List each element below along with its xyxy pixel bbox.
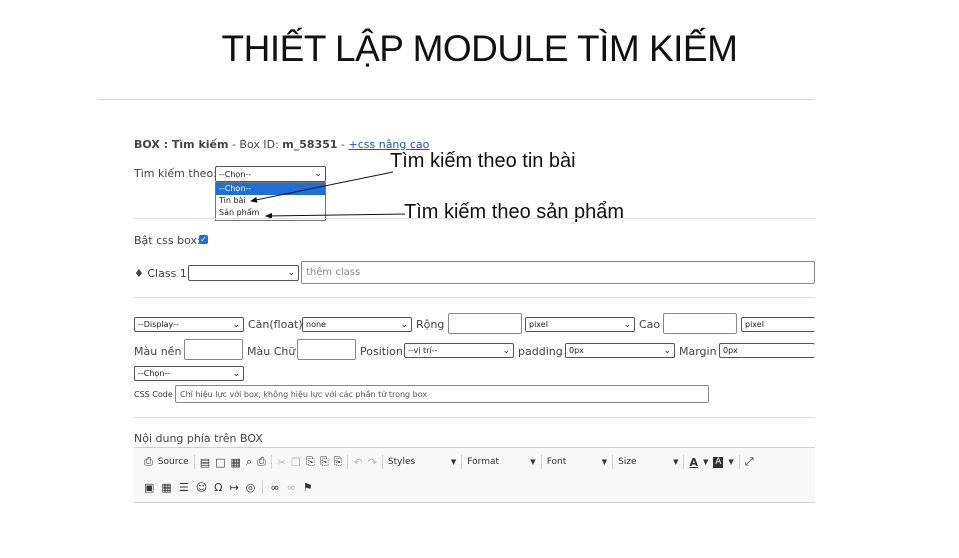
text-color-label: Màu Chữ [247,345,296,358]
special-char-icon[interactable]: Ω [214,481,222,494]
padding-label: padding [518,345,563,358]
save-icon[interactable]: ▤ [200,456,210,469]
horizontal-line-icon[interactable]: ☰ [179,481,189,494]
bg-color-label: Màu nền [134,345,182,358]
styles-combo[interactable]: Styles [388,457,446,467]
position-select[interactable]: --vị trí-- ⌄ [404,343,514,358]
templates-icon[interactable]: ▦ [231,456,241,469]
unlink-icon[interactable]: ∞ [287,481,296,494]
height-label: Cao [639,318,661,331]
css-code-input[interactable]: Chỉ hiệu lực với box, không hiệu lực với… [175,385,709,403]
section-divider [134,218,815,219]
margin-value: 0px [723,346,738,355]
text-color-icon[interactable]: A [689,456,698,469]
preview-icon[interactable]: ⌕ [246,455,252,469]
toolbar-separator [683,455,685,469]
toolbar-row-2: ▣ ▦ ☰ ☺ Ω ↦ ◎ ∞ ∞ ⚑ [144,479,313,495]
caret-down-icon: ▼ [601,458,608,466]
bg-color-input[interactable] [184,339,243,360]
page-break-icon[interactable]: ↦ [230,481,239,494]
height-unit-select[interactable]: pixel [741,317,815,332]
iframe-icon[interactable]: ◎ [246,481,256,494]
undo-icon[interactable]: ↶ [353,456,362,469]
float-label: Căn(float) [248,318,303,331]
width-unit-select[interactable]: pixel ⌄ [525,317,635,332]
display-value: --Display-- [138,320,179,329]
toolbar-separator [270,455,272,469]
maximize-icon[interactable]: ⤢ [745,455,754,469]
chevron-down-icon: ⌄ [623,319,631,330]
toolbar-separator [381,455,383,469]
arrow-to-articles [250,171,394,203]
copy-icon[interactable]: ❐ [291,456,301,469]
size-combo[interactable]: Size [618,457,668,467]
css-box-checkbox[interactable]: ✓ [199,235,208,244]
chevron-down-icon: ⌄ [400,319,408,330]
position-label: Position [360,345,403,358]
float-value: none [306,320,326,329]
width-unit-value: pixel [529,320,548,329]
width-input[interactable] [448,313,522,334]
toolbar-separator [461,455,463,469]
image-icon[interactable]: ▣ [144,481,154,494]
anchor-flag-icon[interactable]: ⚑ [303,481,313,494]
paste-word-icon[interactable]: ⎘ [334,455,343,469]
toolbar-separator [193,455,195,469]
new-page-icon[interactable]: □ [215,456,225,469]
position-value: --vị trí-- [408,346,438,355]
source-button[interactable]: Source [158,457,189,467]
redo-icon[interactable]: ↷ [368,456,377,469]
chevron-down-icon: ⌄ [232,368,240,379]
css-code-label: CSS Code [134,390,173,399]
link-icon[interactable]: ∞ [270,481,279,494]
format-combo[interactable]: Format [467,457,525,467]
background-color-icon[interactable]: A [713,456,724,468]
section-divider [134,297,815,298]
display-select[interactable]: --Display-- ⌄ [134,317,244,332]
content-label: Nội dung phía trên BOX [134,432,263,445]
chevron-down-icon: ⌄ [502,345,510,356]
css-box-label: Bật css box: [134,234,201,247]
padding-value: 0px [569,346,584,355]
caret-down-icon: ▼ [530,458,536,466]
text-color-input[interactable] [297,339,356,360]
chevron-down-icon: ⌄ [663,345,671,356]
toolbar-separator [540,455,542,469]
class-select[interactable]: ⌄ [188,265,299,281]
add-class-input[interactable]: thêm class [301,261,815,284]
table-icon[interactable]: ▦ [161,481,171,494]
add-class-placeholder: thêm class [306,267,361,278]
toolbar-row-1: ⎙ Source ▤ □ ▦ ⌕ ⎙ ✂ ❐ ⎘ ⎘ ⎘ ↶ ↷ Styles … [144,454,754,470]
css-code-placeholder: Chỉ hiệu lực với box, không hiệu lực với… [180,389,428,399]
arrow-to-products [265,212,406,219]
class-label: ♦ Class 1: [134,267,191,280]
padding-select[interactable]: 0px ⌄ [565,343,675,358]
chevron-down-icon: ⌄ [287,268,295,278]
paste-text-icon[interactable]: ⎘ [320,455,329,469]
caret-down-icon: ▼ [673,458,679,466]
paste-icon[interactable]: ⎘ [306,455,315,469]
toolbar-separator [738,455,740,469]
margin-label: Margin [679,345,717,358]
height-input[interactable] [663,313,737,334]
chevron-down-icon: ⌄ [232,319,240,330]
float-select[interactable]: none ⌄ [302,317,412,332]
toolbar-separator [612,455,614,469]
smiley-icon[interactable]: ☺ [196,481,207,494]
caret-down-icon: ▼ [728,458,734,466]
font-combo[interactable]: Font [547,457,597,467]
width-label: Rộng [416,318,445,331]
margin-select[interactable]: 0px [719,343,815,358]
caret-down-icon: ▼ [450,458,457,466]
toolbar-separator [262,480,264,494]
print-icon[interactable]: ⎙ [257,455,266,469]
toolbar-separator [347,455,349,469]
cut-icon[interactable]: ✂ [277,456,286,469]
choose-select[interactable]: --Chọn-- ⌄ [134,366,244,381]
caret-down-icon: ▼ [702,458,709,466]
choose-value: --Chọn-- [138,369,171,378]
source-icon[interactable]: ⎙ [144,455,153,469]
section-divider [134,417,815,418]
height-unit-value: pixel [745,320,764,329]
